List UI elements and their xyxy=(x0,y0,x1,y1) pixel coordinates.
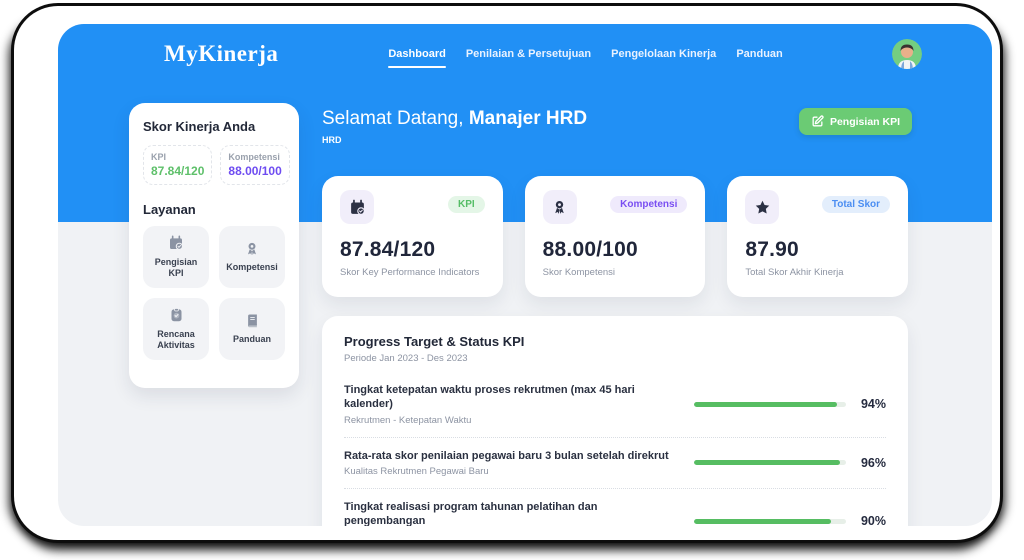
pengisian-kpi-button[interactable]: Pengisian KPI xyxy=(799,108,912,135)
progress-meter: 90% xyxy=(694,514,886,526)
progress-period: Periode Jan 2023 - Des 2023 xyxy=(344,353,886,364)
kpi-score-label: KPI xyxy=(151,152,204,162)
kpi-item-title: Tingkat realisasi program tahunan pelati… xyxy=(344,500,680,526)
score-sidebar-card: Skor Kinerja Anda KPI 87.84/120 Kompeten… xyxy=(129,103,299,388)
medal-icon xyxy=(244,240,260,257)
total-skor-stat-card: Total Skor 87.90 Total Skor Akhir Kinerj… xyxy=(727,176,908,297)
kpi-item-title: Tingkat ketepatan waktu proses rekrutmen… xyxy=(344,383,680,412)
app-logo: MyKinerja xyxy=(164,41,278,67)
progress-meter: 94% xyxy=(694,397,886,411)
tile-label: Kompetensi xyxy=(226,262,278,273)
progress-percent: 94% xyxy=(856,397,886,411)
services-title: Layanan xyxy=(143,202,285,217)
welcome-section: Selamat Datang, Manajer HRD HRD Pengisia… xyxy=(322,108,912,145)
nav-links: Dashboard Penilaian & Persetujuan Pengel… xyxy=(388,42,892,66)
kompetensi-score-value: 88.00/100 xyxy=(228,164,281,178)
kpi-score-value: 87.84/120 xyxy=(151,164,204,178)
tile-label: Rencana Aktivitas xyxy=(147,329,205,352)
kompetensi-value: 88.00/100 xyxy=(543,238,688,262)
clipboard-check-icon xyxy=(169,307,184,324)
nav-item-panduan[interactable]: Panduan xyxy=(736,42,782,66)
stat-cards-row: KPI 87.84/120 Skor Key Performance Indic… xyxy=(322,176,908,297)
progress-meter: 96% xyxy=(694,456,886,470)
progress-row: Tingkat realisasi program tahunan pelati… xyxy=(344,488,886,526)
kpi-item-title: Rata-rata skor penilaian pegawai baru 3 … xyxy=(344,449,680,463)
tile-pengisian-kpi[interactable]: Pengisian KPI xyxy=(143,226,209,288)
tile-label: Pengisian KPI xyxy=(147,257,205,280)
score-card-title: Skor Kinerja Anda xyxy=(143,119,285,134)
progress-title: Progress Target & Status KPI xyxy=(344,334,886,349)
tile-kompetensi[interactable]: Kompetensi xyxy=(219,226,285,288)
nav-item-pengelolaan[interactable]: Pengelolaan Kinerja xyxy=(611,42,716,66)
medal-icon xyxy=(543,190,577,224)
avatar-illustration xyxy=(892,39,922,69)
star-icon xyxy=(745,190,779,224)
score-boxes: KPI 87.84/120 Kompetensi 88.00/100 xyxy=(143,145,285,185)
welcome-greeting: Selamat Datang, xyxy=(322,108,464,129)
kpi-value: 87.84/120 xyxy=(340,238,485,262)
edit-icon xyxy=(811,115,824,128)
pengisian-kpi-button-label: Pengisian KPI xyxy=(830,116,900,128)
kpi-score-box: KPI 87.84/120 xyxy=(143,145,212,185)
welcome-user-name: Manajer HRD xyxy=(469,108,587,129)
total-skor-value: 87.90 xyxy=(745,238,890,262)
progress-percent: 90% xyxy=(856,514,886,526)
kompetensi-badge: Kompetensi xyxy=(610,196,687,213)
service-tiles: Pengisian KPI Kompetensi Rencana Aktivit… xyxy=(143,226,285,360)
kpi-subtitle: Skor Key Performance Indicators xyxy=(340,267,485,278)
welcome-text: Selamat Datang, Manajer HRD HRD xyxy=(322,108,587,145)
calendar-check-icon xyxy=(168,235,184,252)
tile-rencana-aktivitas[interactable]: Rencana Aktivitas xyxy=(143,298,209,360)
kompetensi-score-box: Kompetensi 88.00/100 xyxy=(220,145,289,185)
kpi-item-category: Kualitas Rekrutmen Pegawai Baru xyxy=(344,466,680,477)
top-nav: MyKinerja Dashboard Penilaian & Persetuj… xyxy=(58,24,992,84)
progress-row: Rata-rata skor penilaian pegawai baru 3 … xyxy=(344,437,886,488)
progress-bar-track xyxy=(694,519,846,524)
kpi-stat-card: KPI 87.84/120 Skor Key Performance Indic… xyxy=(322,176,503,297)
progress-row: Tingkat ketepatan waktu proses rekrutmen… xyxy=(344,372,886,437)
welcome-title: Selamat Datang, Manajer HRD xyxy=(322,108,587,130)
total-skor-badge: Total Skor xyxy=(822,196,890,213)
user-role: HRD xyxy=(322,135,587,145)
nav-item-penilaian[interactable]: Penilaian & Persetujuan xyxy=(466,42,591,66)
calendar-check-icon xyxy=(340,190,374,224)
book-icon xyxy=(245,312,260,329)
progress-bar-track xyxy=(694,460,846,465)
progress-bar-fill xyxy=(694,519,831,524)
nav-item-dashboard[interactable]: Dashboard xyxy=(388,42,445,66)
progress-card: Progress Target & Status KPI Periode Jan… xyxy=(322,316,908,526)
kompetensi-stat-card: Kompetensi 88.00/100 Skor Kompetensi xyxy=(525,176,706,297)
user-avatar[interactable] xyxy=(892,39,922,69)
tile-panduan[interactable]: Panduan xyxy=(219,298,285,360)
progress-bar-track xyxy=(694,402,846,407)
kpi-item-category: Rekrutmen - Ketepatan Waktu xyxy=(344,415,680,426)
total-skor-subtitle: Total Skor Akhir Kinerja xyxy=(745,267,890,278)
progress-percent: 96% xyxy=(856,456,886,470)
progress-rows: Tingkat ketepatan waktu proses rekrutmen… xyxy=(344,372,886,526)
kompetensi-subtitle: Skor Kompetensi xyxy=(543,267,688,278)
kompetensi-score-label: Kompetensi xyxy=(228,152,281,162)
tile-label: Panduan xyxy=(233,334,271,345)
progress-bar-fill xyxy=(694,402,837,407)
device-frame: MyKinerja Dashboard Penilaian & Persetuj… xyxy=(14,6,1000,540)
app-window: MyKinerja Dashboard Penilaian & Persetuj… xyxy=(58,24,992,526)
kpi-badge: KPI xyxy=(448,196,485,213)
progress-bar-fill xyxy=(694,460,840,465)
